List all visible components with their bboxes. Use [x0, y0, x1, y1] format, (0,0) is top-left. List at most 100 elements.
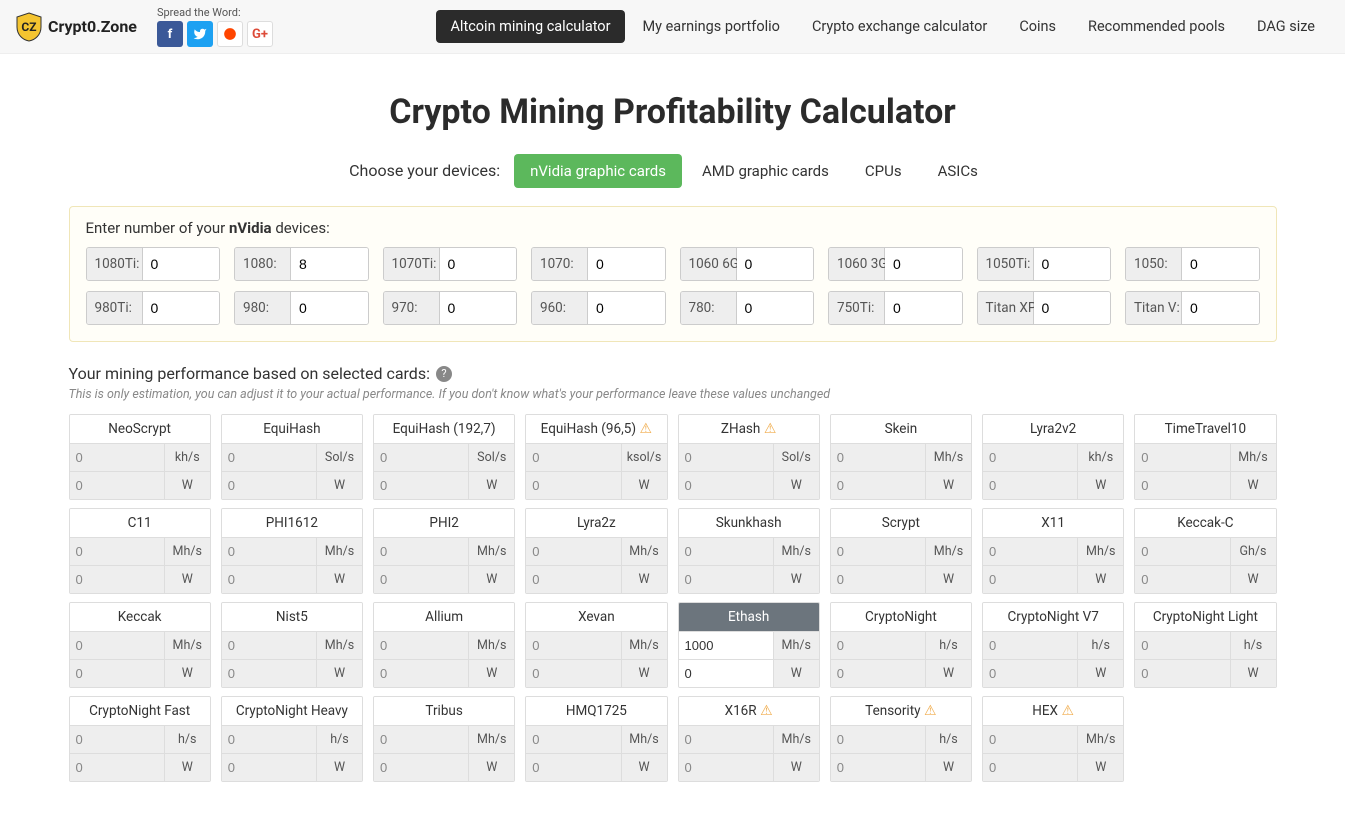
device-field-970: 970:	[383, 291, 518, 325]
algo-watt-input[interactable]	[526, 660, 620, 687]
device-input[interactable]	[143, 292, 220, 324]
algo-watt-input[interactable]	[983, 754, 1077, 781]
algo-watt-input[interactable]	[679, 472, 773, 499]
algo-watt-input[interactable]	[374, 754, 468, 781]
algo-hash-input[interactable]	[70, 444, 164, 471]
algo-hash-input[interactable]	[831, 726, 925, 753]
facebook-icon[interactable]: f	[157, 21, 183, 47]
algo-hash-input[interactable]	[679, 444, 773, 471]
algo-watt-input[interactable]	[1135, 566, 1229, 593]
algo-hash-input[interactable]	[222, 538, 316, 565]
nav-item-0[interactable]: Altcoin mining calculator	[436, 10, 624, 43]
algo-watt-input[interactable]	[526, 566, 620, 593]
googleplus-icon[interactable]: G+	[247, 21, 273, 47]
algo-hash-input[interactable]	[831, 444, 925, 471]
algo-watt-input[interactable]	[679, 660, 773, 687]
device-tab-1[interactable]: AMD graphic cards	[686, 154, 845, 188]
algo-hash-input[interactable]	[526, 726, 620, 753]
device-input[interactable]	[1034, 248, 1111, 280]
algo-watt-unit: W	[773, 566, 819, 593]
device-input[interactable]	[885, 248, 962, 280]
device-input[interactable]	[588, 248, 665, 280]
device-input[interactable]	[143, 248, 220, 280]
algo-hash-input[interactable]	[679, 538, 773, 565]
device-input[interactable]	[291, 248, 368, 280]
algo-watt-input[interactable]	[222, 566, 316, 593]
algo-watt-input[interactable]	[222, 660, 316, 687]
device-input[interactable]	[1182, 292, 1259, 324]
algo-hash-input[interactable]	[374, 632, 468, 659]
help-icon[interactable]: ?	[436, 366, 452, 382]
algo-hash-input[interactable]	[983, 444, 1077, 471]
algo-hash-input[interactable]	[70, 632, 164, 659]
algo-hash-input[interactable]	[983, 538, 1077, 565]
algo-hash-input[interactable]	[1135, 538, 1229, 565]
device-tab-3[interactable]: ASICs	[922, 154, 994, 188]
algo-hash-unit: Mh/s	[925, 538, 971, 565]
algo-watt-input[interactable]	[374, 660, 468, 687]
algo-hash-input[interactable]	[374, 538, 468, 565]
algo-hash-input[interactable]	[374, 726, 468, 753]
algo-hash-input[interactable]	[831, 538, 925, 565]
nav-item-1[interactable]: My earnings portfolio	[629, 10, 794, 43]
nav-item-4[interactable]: Recommended pools	[1074, 10, 1239, 43]
algo-hash-input[interactable]	[222, 444, 316, 471]
device-input[interactable]	[291, 292, 368, 324]
algo-watt-input[interactable]	[679, 566, 773, 593]
algo-title: Tensority ⚠	[831, 697, 971, 725]
reddit-icon[interactable]	[217, 21, 243, 47]
algo-watt-input[interactable]	[374, 566, 468, 593]
algo-hash-input[interactable]	[1135, 444, 1229, 471]
algo-watt-input[interactable]	[983, 472, 1077, 499]
algo-hash-input[interactable]	[374, 444, 468, 471]
algo-hash-input[interactable]	[679, 726, 773, 753]
algo-watt-input[interactable]	[831, 472, 925, 499]
algo-hash-input[interactable]	[983, 632, 1077, 659]
algo-watt-input[interactable]	[70, 660, 164, 687]
algo-hash-input[interactable]	[679, 632, 773, 659]
algo-watt-input[interactable]	[1135, 660, 1229, 687]
device-input[interactable]	[588, 292, 665, 324]
algo-hash-input[interactable]	[526, 632, 620, 659]
algo-watt-input[interactable]	[374, 472, 468, 499]
algo-hash-unit: kh/s	[164, 444, 210, 471]
algo-hash-input[interactable]	[526, 538, 620, 565]
algo-watt-input[interactable]	[70, 754, 164, 781]
device-input[interactable]	[1182, 248, 1259, 280]
algo-watt-input[interactable]	[526, 472, 620, 499]
logo[interactable]: CZ Crypt0.Zone	[16, 12, 137, 42]
device-input[interactable]	[1034, 292, 1111, 324]
twitter-icon[interactable]	[187, 21, 213, 47]
algo-hash-input[interactable]	[222, 726, 316, 753]
device-input[interactable]	[440, 292, 517, 324]
algo-watt-input[interactable]	[70, 566, 164, 593]
algo-watt-input[interactable]	[983, 566, 1077, 593]
device-input[interactable]	[885, 292, 962, 324]
nav-item-5[interactable]: DAG size	[1243, 10, 1329, 43]
algo-hash-input[interactable]	[70, 538, 164, 565]
algo-hash-input[interactable]	[1135, 632, 1229, 659]
device-input[interactable]	[737, 292, 814, 324]
algo-watt-input[interactable]	[831, 566, 925, 593]
algo-watt-input[interactable]	[831, 754, 925, 781]
device-label: 970:	[384, 292, 440, 324]
device-input[interactable]	[737, 248, 814, 280]
algo-hash-input[interactable]	[831, 632, 925, 659]
nav-item-2[interactable]: Crypto exchange calculator	[798, 10, 1001, 43]
algo-watt-input[interactable]	[222, 472, 316, 499]
algo-watt-input[interactable]	[70, 472, 164, 499]
algo-hash-input[interactable]	[983, 726, 1077, 753]
algo-hash-input[interactable]	[70, 726, 164, 753]
algo-watt-input[interactable]	[983, 660, 1077, 687]
nav-item-3[interactable]: Coins	[1005, 10, 1070, 43]
algo-watt-input[interactable]	[831, 660, 925, 687]
device-tab-0[interactable]: nVidia graphic cards	[514, 154, 682, 188]
algo-watt-input[interactable]	[222, 754, 316, 781]
algo-hash-input[interactable]	[526, 444, 620, 471]
algo-watt-input[interactable]	[1135, 472, 1229, 499]
algo-hash-input[interactable]	[222, 632, 316, 659]
algo-watt-input[interactable]	[526, 754, 620, 781]
device-input[interactable]	[440, 248, 517, 280]
device-tab-2[interactable]: CPUs	[849, 154, 918, 188]
algo-watt-input[interactable]	[679, 754, 773, 781]
